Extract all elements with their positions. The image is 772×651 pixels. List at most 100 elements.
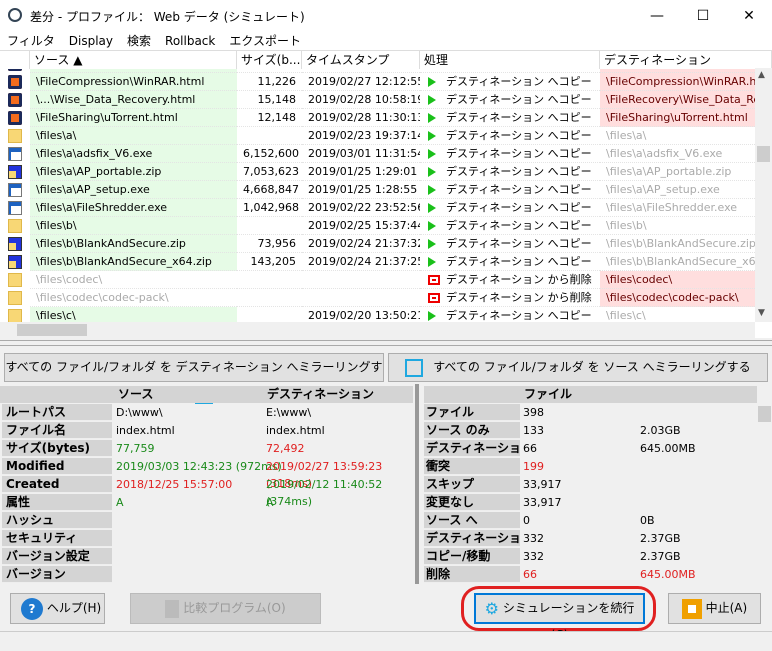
menu-export[interactable]: エクスポート: [222, 32, 308, 50]
row-destination: \files\b\BlankAndSecure.zip: [600, 235, 755, 253]
header-timestamp[interactable]: タイムスタンプ: [302, 51, 420, 69]
copy-arrow-icon: [428, 239, 436, 249]
menu-filter[interactable]: フィルタ: [0, 32, 62, 50]
file-zip-icon: [8, 255, 22, 269]
minimize-button[interactable]: —: [634, 0, 680, 32]
stats-label: 変更なし: [424, 494, 520, 511]
mirror-left-icon: [405, 358, 424, 377]
close-button[interactable]: ✕: [726, 0, 772, 32]
mirror-to-source-button[interactable]: すべての ファイル/フォルダ を ソース へミラーリングする: [388, 353, 768, 382]
row-action: デスティネーション から削除: [420, 289, 600, 307]
table-row[interactable]: \FileSharing\uTorrent.html 12,148 2019/02/…: [0, 109, 755, 127]
detail-label: Modified: [2, 458, 112, 475]
table-row[interactable]: \files\a\adsfix_V6.exe 6,152,600 2019/03/0…: [0, 145, 755, 163]
copy-arrow-icon: [428, 221, 436, 231]
scroll-up-icon[interactable]: ▲: [758, 70, 765, 80]
header-source[interactable]: ソース ▲: [30, 51, 237, 69]
continue-simulation-button[interactable]: ⚙ シミュレーションを続行(C): [474, 593, 645, 642]
stats-count: 332: [523, 550, 544, 563]
detail-destination-value: 2019/02/27 13:59:23 (318ms): [266, 460, 383, 490]
file-zip-icon: [8, 165, 22, 179]
stats-label: ソース のみ: [424, 422, 520, 439]
header-destination[interactable]: デスティネーション: [600, 51, 772, 69]
detail-label: サイズ(bytes): [2, 440, 112, 457]
file-folder-icon: [8, 129, 22, 143]
menu-display[interactable]: Display: [62, 32, 120, 50]
row-action: デスティネーション へコピー: [420, 253, 600, 271]
row-size: 6,152,600: [237, 145, 302, 163]
detail-source-value: 77,759: [116, 442, 155, 455]
stats-count: 33,917: [523, 496, 562, 509]
compare-program-button[interactable]: 比較プログラム(O): [130, 593, 321, 624]
header-size[interactable]: サイズ(b...: [237, 51, 302, 69]
table-row[interactable]: \files\b\BlankAndSecure_x64.zip 143,205 20…: [0, 253, 755, 271]
stats-scrollbar[interactable]: [757, 386, 772, 582]
stats-count: 332: [523, 532, 544, 545]
scroll-thumb[interactable]: [757, 146, 770, 162]
row-source: \files\a\AP_setup.exe: [30, 181, 237, 199]
mirror-to-destination-button[interactable]: すべての ファイル/フォルダ を デスティネーション へミラーリングする: [4, 353, 384, 404]
detail-label: ファイル名: [2, 422, 112, 439]
row-action-label: デスティネーション から削除: [446, 291, 592, 304]
detail-label: バージョン設定: [2, 548, 112, 565]
table-row[interactable]: \files\a\AP_setup.exe 4,668,847 2019/01/25…: [0, 181, 755, 199]
hscroll-thumb[interactable]: [17, 324, 87, 336]
row-size: 15,148: [237, 91, 302, 109]
row-destination: \FileCompression\WinRAR.html: [600, 73, 755, 91]
scroll-down-icon[interactable]: ▼: [758, 308, 765, 318]
stats-scroll-thumb[interactable]: [758, 406, 771, 422]
mirror-to-source-label: すべての ファイル/フォルダ を ソース へミラーリングする: [433, 360, 751, 374]
copy-arrow-icon: [428, 257, 436, 267]
status-bar: [0, 631, 772, 651]
row-timestamp: 2019/02/25 15:37:44: [302, 217, 420, 235]
table-row[interactable]: \files\b\BlankAndSecure.zip 73,956 2019/02…: [0, 235, 755, 253]
detail-label: ルートパス: [2, 404, 112, 421]
list-horizontal-scrollbar[interactable]: [0, 322, 755, 338]
table-row[interactable]: \...\Wise_Data_Recovery.html 15,148 2019/0…: [0, 91, 755, 109]
delete-icon: [428, 293, 440, 303]
detail-destination-value: 2019/02/12 11:40:52 (374ms): [266, 478, 383, 508]
row-action: デスティネーション へコピー: [420, 109, 600, 127]
row-action-label: デスティネーション へコピー: [446, 111, 592, 124]
row-timestamp: 2019/02/27 12:12:55: [302, 73, 420, 91]
table-row[interactable]: \files\a\FileShredder.exe 1,042,968 2019/0…: [0, 199, 755, 217]
header-action[interactable]: 処理: [420, 51, 600, 69]
menu-search[interactable]: 検索: [120, 32, 158, 50]
row-destination: \FileRecovery\Wise_Data_Recovery.html: [600, 91, 755, 109]
row-size: 1,042,968: [237, 199, 302, 217]
help-button[interactable]: ? ヘルプ(H): [10, 593, 105, 624]
table-row[interactable]: \FileCompression\WinRAR.html 11,226 2019/0…: [0, 73, 755, 91]
header-icon: [0, 51, 30, 69]
row-timestamp: 2019/02/28 10:58:19: [302, 91, 420, 109]
maximize-button[interactable]: ☐: [680, 0, 726, 32]
table-row[interactable]: \files\b\ 2019/02/25 15:37:44 デスティネーション へコ…: [0, 217, 755, 235]
stop-icon: [681, 598, 702, 619]
list-vertical-scrollbar[interactable]: ▲ ▼: [755, 68, 772, 322]
copy-arrow-icon: [428, 113, 436, 123]
table-row[interactable]: \files\codec\codec-pack\ デスティネーション から削除 \f…: [0, 289, 755, 307]
row-action-label: デスティネーション へコピー: [446, 309, 592, 322]
row-action: デスティネーション へコピー: [420, 181, 600, 199]
row-source: \FileSharing\uTorrent.html: [30, 109, 237, 127]
panel-divider[interactable]: [415, 384, 419, 584]
row-timestamp: 2019/02/23 19:37:14: [302, 127, 420, 145]
row-action-label: デスティネーション から削除: [446, 273, 592, 286]
file-firefox-icon: [8, 93, 22, 107]
stats-label: デスティネーション: [424, 530, 520, 547]
detail-source-value: index.html: [116, 424, 175, 437]
row-action-label: デスティネーション へコピー: [446, 93, 592, 106]
row-source: \files\b\BlankAndSecure_x64.zip: [30, 253, 237, 271]
file-exe-icon: [8, 183, 22, 197]
detail-label: ハッシュ: [2, 512, 112, 529]
abort-button[interactable]: 中止(A): [668, 593, 761, 624]
table-row[interactable]: \files\codec\ デスティネーション から削除 \files\codec\: [0, 271, 755, 289]
stats-count: 133: [523, 424, 544, 437]
table-row[interactable]: \files\a\ 2019/02/23 19:37:14 デスティネーション へコ…: [0, 127, 755, 145]
stats-size: 2.37GB: [640, 550, 681, 563]
splitter[interactable]: [0, 340, 772, 346]
table-row[interactable]: \files\a\AP_portable.zip 7,053,623 2019/01…: [0, 163, 755, 181]
menu-rollback[interactable]: Rollback: [158, 32, 222, 50]
menu-bar: フィルタ Display 検索 Rollback エクスポート: [0, 32, 772, 50]
row-source: \files\a\: [30, 127, 237, 145]
row-timestamp: 2019/02/24 21:37:25: [302, 253, 420, 271]
